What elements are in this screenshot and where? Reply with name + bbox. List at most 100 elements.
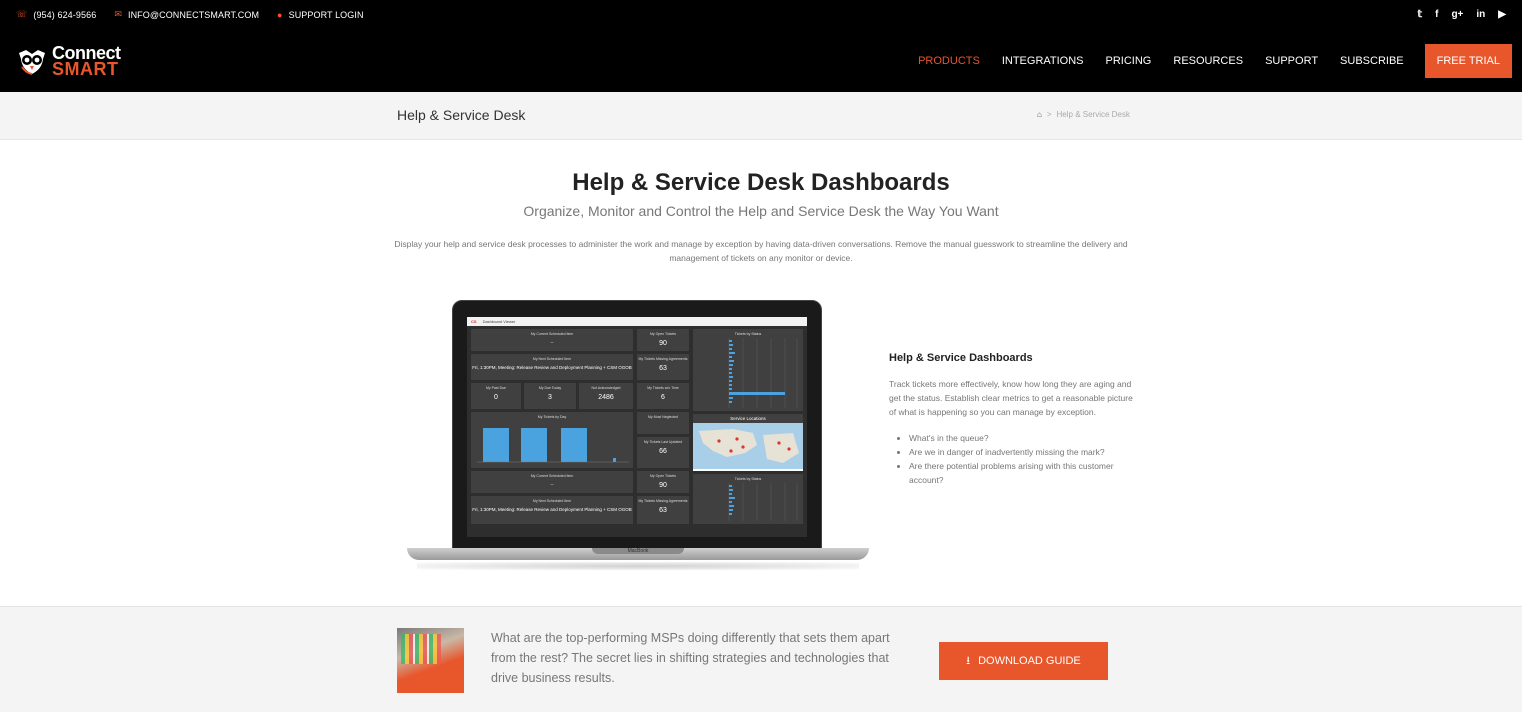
panel-value: -- <box>550 340 554 345</box>
panel-current-item: My Current Scheduled Item -- <box>471 329 633 351</box>
panel-label: My Tickets w/o Time <box>647 386 679 390</box>
laptop-mockup: CS Dashboard Viewer My Current Scheduled… <box>407 300 869 570</box>
panel-value: 6 <box>661 394 665 401</box>
panel-value: 3 <box>548 394 552 401</box>
panel-label: Not Acknowledged <box>591 386 621 390</box>
download-guide-label: DOWNLOAD GUIDE <box>978 655 1081 667</box>
phone-icon: ☏ <box>16 9 28 19</box>
nav-menu: PRODUCTS INTEGRATIONS PRICING RESOURCES … <box>907 29 1522 92</box>
dashboard-header: CS Dashboard Viewer <box>467 317 807 326</box>
tickets-by-status-chart-repeat <box>728 483 798 521</box>
laptop-brand-label: MacBook <box>592 548 684 554</box>
logo[interactable]: Connect SMART <box>16 44 121 79</box>
page-title: Help & Service Desk <box>397 107 526 123</box>
nav-item-products[interactable]: PRODUCTS <box>918 55 980 67</box>
panel-due-today: My Due Today 3 <box>524 383 576 409</box>
feature-bullet: Are there potential problems arising wit… <box>909 459 1139 487</box>
panel-tickets-without-time: My Tickets w/o Time 6 <box>637 383 689 409</box>
home-icon[interactable]: ⌂ <box>1037 110 1042 119</box>
nav-item-support[interactable]: SUPPORT <box>1265 55 1318 67</box>
panel-value: -- <box>550 482 554 487</box>
hero-subtitle: Organize, Monitor and Control the Help a… <box>523 203 999 219</box>
panel-value: Fri, 1:30PM, Meeting: Release Review and… <box>472 507 632 512</box>
breadcrumb-separator: > <box>1046 110 1052 119</box>
top-bar: ☏ (954) 624-9566 ✉ INFO@CONNECTSMART.COM… <box>0 0 1522 29</box>
feature-bullet: Are we in danger of inadvertently missin… <box>909 445 1139 459</box>
panel-open-tickets: My Open Tickets 90 <box>637 329 689 351</box>
panel-tickets-by-status-repeat: Tickets by Status <box>693 474 803 524</box>
breadcrumb: ⌂ > Help & Service Desk <box>1037 110 1130 119</box>
panel-label: My Tickets Missing Agreements <box>638 357 688 361</box>
panel-past-due: My Past Due 0 <box>471 383 521 409</box>
panel-value: 66 <box>659 448 667 455</box>
tickets-by-day-chart <box>477 428 629 463</box>
panel-not-acknowledged: Not Acknowledged 2486 <box>579 383 633 409</box>
twitter-icon[interactable]: 𝕥 <box>1417 9 1422 20</box>
panel-label: My Next Scheduled Item <box>532 499 572 503</box>
feature-bullets: What's in the queue? Are we in danger of… <box>889 431 1139 487</box>
feature-description: Help & Service Dashboards Track tickets … <box>889 352 1139 487</box>
envelope-icon: ✉ <box>114 9 122 19</box>
linkedin-icon[interactable]: in <box>1476 9 1485 20</box>
panel-missing-agreements-repeat: My Tickets Missing Agreements 63 <box>637 496 689 524</box>
laptop-base: MacBook <box>407 548 869 560</box>
dashboard-header-title: Dashboard Viewer <box>482 319 516 324</box>
panel-value: Fri, 1:30PM, Meeting: Release Review and… <box>472 365 632 370</box>
nav-item-resources[interactable]: RESOURCES <box>1173 55 1243 67</box>
dashboard-logo: CS <box>471 319 477 324</box>
panel-label: My Due Today <box>538 386 562 390</box>
guide-thumbnail[interactable] <box>397 628 464 693</box>
panel-label: My Tickets Missing Agreements <box>638 499 688 503</box>
phone-link[interactable]: ☏ (954) 624-9566 <box>16 9 96 20</box>
hero-description: Display your help and service desk proce… <box>394 239 1128 263</box>
feature-bullet: What's in the queue? <box>909 431 1139 445</box>
phone-number: (954) 624-9566 <box>33 9 97 20</box>
support-login-link[interactable]: ● SUPPORT LOGIN <box>277 10 364 20</box>
youtube-icon[interactable]: ▶ <box>1498 9 1506 20</box>
panel-label: Service Locations <box>693 414 803 423</box>
feature-paragraph: Track tickets more effectively, know how… <box>889 379 1133 417</box>
panel-label: My Current Scheduled Item <box>530 332 574 336</box>
laptop-shadow <box>417 562 859 570</box>
free-trial-button[interactable]: FREE TRIAL <box>1424 43 1512 78</box>
hero-title: Help & Service Desk Dashboards <box>572 169 950 196</box>
nav-item-pricing[interactable]: PRICING <box>1106 55 1152 67</box>
facebook-icon[interactable]: f <box>1435 9 1438 20</box>
google-plus-icon[interactable]: g+ <box>1451 9 1463 20</box>
service-locations-map <box>693 423 803 469</box>
panel-tickets-by-day: My Tickets by Day <box>471 412 633 468</box>
panel-label: My Past Due <box>485 386 507 390</box>
email-link[interactable]: ✉ INFO@CONNECTSMART.COM <box>114 9 259 20</box>
panel-label: My Most Neglected <box>648 415 678 419</box>
feature-heading: Help & Service Dashboards <box>889 352 1033 364</box>
panel-value: 63 <box>659 365 667 372</box>
main-nav: Connect SMART PRODUCTS INTEGRATIONS PRIC… <box>0 29 1522 92</box>
nav-item-subscribe[interactable]: SUBSCRIBE <box>1340 55 1404 67</box>
panel-label: My Open Tickets <box>649 474 677 478</box>
panel-value: 90 <box>659 340 667 347</box>
tickets-by-status-chart <box>728 338 798 408</box>
panel-value: 2486 <box>598 394 614 401</box>
laptop-lid: CS Dashboard Viewer My Current Scheduled… <box>452 300 822 550</box>
panel-label: My Tickets Last Updated <box>643 440 683 444</box>
panel-service-locations: Service Locations <box>693 414 803 471</box>
download-guide-button[interactable]: ⭳ DOWNLOAD GUIDE <box>939 642 1108 680</box>
logo-word-smart: SMART <box>52 58 119 79</box>
support-login-label: SUPPORT LOGIN <box>288 9 364 20</box>
panel-next-item-repeat: My Next Scheduled Item Fri, 1:30PM, Meet… <box>471 496 633 524</box>
panel-most-neglected: My Most Neglected <box>637 412 689 434</box>
panel-tickets-by-status: Tickets by Status <box>693 329 803 411</box>
nav-item-integrations[interactable]: INTEGRATIONS <box>1002 55 1084 67</box>
panel-current-item-repeat: My Current Scheduled Item -- <box>471 471 633 493</box>
contact-links: ☏ (954) 624-9566 ✉ INFO@CONNECTSMART.COM… <box>16 9 364 20</box>
panel-value: 90 <box>659 482 667 489</box>
panel-label: My Next Scheduled Item <box>532 357 572 361</box>
panel-open-tickets-repeat: My Open Tickets 90 <box>637 471 689 493</box>
panel-label: My Open Tickets <box>649 332 677 336</box>
download-guide-band: What are the top-performing MSPs doing d… <box>0 606 1522 712</box>
panel-value: 63 <box>659 507 667 514</box>
panel-value: 0 <box>494 394 498 401</box>
dashboard-screen: CS Dashboard Viewer My Current Scheduled… <box>467 317 807 537</box>
panel-last-updated: My Tickets Last Updated 66 <box>637 437 689 468</box>
page-title-bar: Help & Service Desk ⌂ > Help & Service D… <box>0 92 1522 140</box>
